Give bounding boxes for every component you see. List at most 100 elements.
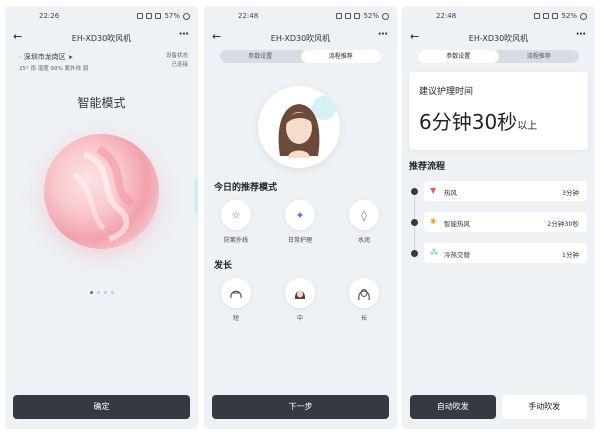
hair-length-short[interactable]: 短 — [216, 278, 256, 322]
hair-length-label: 短 — [232, 315, 239, 322]
app-header: ← EH-XD30吹风机 ⋯ — [402, 29, 595, 46]
status-time: 22:48 — [238, 12, 259, 20]
carousel-dot[interactable] — [110, 291, 114, 294]
status-icons: 52% — [534, 12, 587, 20]
battery-icon — [382, 12, 389, 20]
status-bar: 22:26 57% — [5, 12, 198, 24]
tab-flow-recommendation[interactable]: 流程推荐 — [300, 50, 381, 63]
battery-percent: 52% — [561, 12, 577, 20]
location-name: 深圳市龙岗区 — [23, 53, 66, 61]
location-pin-icon: ◦ — [18, 54, 22, 61]
step-name: 冷热交替 — [444, 251, 470, 259]
sim-icon — [345, 13, 352, 19]
action-buttons: 自动吹发 手动吹发 — [410, 395, 587, 419]
step-duration: 2分钟30秒 — [547, 220, 579, 228]
step-duration: 1分钟 — [561, 251, 579, 259]
more-options-icon[interactable]: ⋯ — [576, 29, 586, 40]
sim-icon — [137, 13, 144, 19]
wifi-icon — [354, 13, 361, 19]
carousel-dot[interactable] — [89, 291, 93, 294]
long-hair-icon — [349, 278, 379, 308]
more-options-icon[interactable]: ⋯ — [179, 29, 189, 40]
battery-icon — [183, 12, 190, 20]
battery-percent: 57% — [164, 12, 180, 20]
battery-icon — [580, 12, 587, 20]
status-bar: 22:48 52% — [204, 12, 397, 24]
smart-hot-air-icon: ✱ — [430, 217, 437, 226]
tab-parameter-settings[interactable]: 参数设置 — [418, 50, 499, 63]
hair-dryer-icon: ✦ — [285, 200, 315, 230]
user-avatar — [258, 86, 340, 168]
wifi-icon — [552, 13, 559, 19]
status-icons: 52% — [336, 12, 389, 20]
mode-option-moisture[interactable]: ◊ 水润 — [344, 200, 384, 244]
flow-title: 推荐流程 — [409, 162, 446, 172]
cold-hot-alternate-icon: ⁂ — [430, 248, 438, 257]
phone-screen-recommendation: 22:48 52% ← EH-XD30吹风机 ⋯ 参数设置 流程推荐 今日的推荐… — [204, 6, 397, 429]
weather-info: 25° 雨 湿度 99% 紫外线 弱 — [19, 66, 89, 72]
hair-length-long[interactable]: 长 — [344, 278, 384, 322]
orb-swirl-graphic — [72, 145, 135, 242]
mode-option-daily-care[interactable]: ✦ 日常护理 — [280, 200, 320, 244]
auto-dry-button[interactable]: 自动吹发 — [410, 395, 496, 419]
care-time-value: 6分钟30秒以上 — [419, 106, 537, 135]
hair-length-label: 中 — [296, 315, 303, 322]
mode-option-label: 防紫外线 — [223, 237, 248, 244]
medium-hair-icon — [285, 278, 315, 308]
flow-step[interactable]: ▼ 热风 3分钟 — [424, 181, 587, 201]
battery-percent: 52% — [363, 12, 379, 20]
today-mode-title: 今日的推荐模式 — [214, 183, 278, 193]
manual-dry-button[interactable]: 手动吹发 — [501, 395, 587, 419]
phone-screen-flow: 22:48 52% ← EH-XD30吹风机 ⋯ 参数设置 流程推荐 建议护理时… — [402, 6, 595, 429]
sim-icon — [543, 13, 550, 19]
more-options-icon[interactable]: ⋯ — [378, 29, 388, 40]
timeline-dot — [411, 188, 418, 195]
step-duration: 3分钟 — [561, 189, 579, 197]
sun-shield-icon: ☼ — [221, 200, 251, 230]
app-header: ← EH-XD30吹风机 ⋯ — [204, 29, 397, 46]
timeline-dot — [411, 250, 418, 257]
flow-step[interactable]: ⁂ 冷热交替 1分钟 — [424, 243, 587, 263]
app-title: EH-XD30吹风机 — [270, 34, 331, 43]
tab-flow-recommendation[interactable]: 流程推荐 — [499, 50, 580, 63]
smart-mode-orb[interactable] — [44, 134, 159, 249]
step-name: 智能热风 — [444, 220, 470, 228]
step-name: 热风 — [444, 189, 457, 197]
confirm-button[interactable]: 确定 — [13, 395, 190, 419]
status-time: 22:48 — [436, 12, 457, 20]
carousel-dot[interactable] — [96, 291, 100, 294]
flow-step[interactable]: ✱ 智能热风 2分钟30秒 — [424, 212, 587, 232]
care-time-label: 建议护理时间 — [419, 87, 474, 97]
device-state-label: 设备状态 — [165, 53, 188, 59]
timeline-dot — [411, 219, 418, 226]
device-state: 设备状态 已连接 — [166, 52, 188, 70]
mode-option-label: 水润 — [357, 237, 370, 244]
care-time-number: 6分钟30秒 — [419, 110, 518, 134]
timeline-line — [414, 194, 415, 258]
carousel-indicator — [5, 291, 198, 294]
carousel-dot[interactable] — [103, 291, 107, 294]
water-drops-icon: ◊ — [349, 200, 379, 230]
tab-switcher: 参数设置 流程推荐 — [220, 50, 381, 63]
tab-switcher: 参数设置 流程推荐 — [418, 50, 579, 63]
mode-option-label: 日常护理 — [287, 237, 312, 244]
sim-icon — [336, 13, 343, 19]
phone-screen-smart-mode: 22:26 57% ← EH-XD30吹风机 ⋯ ◦ 深圳市龙岗区 ➤ 25° … — [5, 6, 198, 429]
next-mode-peek[interactable] — [194, 176, 198, 216]
status-time: 22:26 — [39, 12, 60, 20]
tab-parameter-settings[interactable]: 参数设置 — [220, 50, 301, 63]
app-header: ← EH-XD30吹风机 ⋯ — [5, 29, 198, 46]
status-icons: 57% — [137, 12, 190, 20]
app-title: EH-XD30吹风机 — [71, 34, 132, 43]
mode-title: 智能模式 — [77, 96, 126, 110]
care-time-card: 建议护理时间 6分钟30秒以上 — [409, 72, 588, 150]
hot-air-icon: ▼ — [430, 186, 437, 195]
device-state-value: 已连接 — [171, 62, 188, 68]
short-hair-icon — [221, 278, 251, 308]
sim-icon — [534, 13, 541, 19]
hair-length-medium[interactable]: 中 — [280, 278, 320, 322]
wifi-icon — [155, 13, 162, 19]
woman-portrait-icon — [278, 96, 336, 158]
mode-option-uv[interactable]: ☼ 防紫外线 — [216, 200, 256, 244]
next-step-button[interactable]: 下一步 — [212, 395, 389, 419]
